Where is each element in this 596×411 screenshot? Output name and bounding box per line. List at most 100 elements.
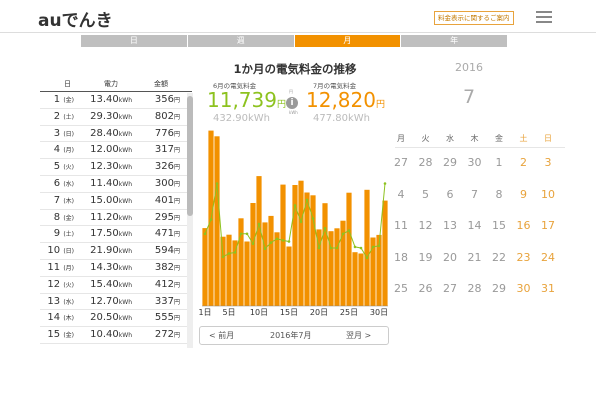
table-row[interactable]: 13 (水) 12.70kWh 337円: [40, 294, 190, 311]
chart-point: [203, 232, 207, 236]
row-day: 4 (月): [53, 144, 74, 156]
table-row[interactable]: 12 (火) 15.40kWh 412円: [40, 277, 190, 294]
calendar-year: 2016: [455, 61, 483, 74]
calendar-weekday: 日: [544, 134, 552, 143]
calendar-day[interactable]: 2: [512, 156, 536, 169]
pricing-notice-button[interactable]: 料金表示に関するご案内: [434, 11, 514, 25]
row-day: 7 (木): [53, 194, 74, 206]
calendar-day[interactable]: 10: [536, 188, 560, 201]
calendar-day[interactable]: 1: [487, 156, 511, 169]
row-amount: 401円: [154, 194, 180, 206]
header-divider: [0, 32, 596, 33]
calendar-day[interactable]: 16: [512, 219, 536, 232]
tab-month[interactable]: 月: [294, 35, 401, 47]
monthly-cost-chart[interactable]: 1日 5日 10日 15日 20日 25日 30日: [199, 126, 389, 316]
chart-point: [233, 251, 237, 254]
table-row[interactable]: 14 (木) 20.50kWh 555円: [40, 310, 190, 328]
table-header: 日 電力 金額: [40, 79, 190, 91]
calendar-day[interactable]: 7: [463, 188, 487, 201]
toggle-yen-label: 円: [289, 89, 293, 94]
info-icon[interactable]: i: [286, 97, 298, 109]
table-row[interactable]: 10 (日) 21.90kWh 594円: [40, 243, 190, 260]
hamburger-menu-icon[interactable]: [536, 11, 552, 23]
calendar-day[interactable]: 3: [536, 156, 560, 169]
chart-bar: [286, 246, 292, 306]
calendar-day[interactable]: 8: [487, 188, 511, 201]
calendar-day[interactable]: 22: [487, 251, 511, 264]
table-row[interactable]: 15 (金) 10.40kWh 272円: [40, 327, 190, 344]
calendar-day[interactable]: 18: [389, 251, 413, 264]
row-amount: 412円: [154, 278, 180, 290]
chart-bar: [256, 176, 262, 306]
x-tick-label: 15日: [280, 308, 298, 316]
calendar-day[interactable]: 19: [414, 251, 438, 264]
row-power: 14.30kWh: [90, 261, 132, 273]
calendar-day[interactable]: 9: [512, 188, 536, 201]
calendar-day[interactable]: 24: [536, 251, 560, 264]
calendar-day[interactable]: 30: [463, 156, 487, 169]
calendar-day[interactable]: 4: [389, 188, 413, 201]
table-row[interactable]: 9 (土) 17.50kWh 471円: [40, 226, 190, 244]
chart-point: [311, 217, 315, 220]
calendar-day[interactable]: 14: [463, 219, 487, 232]
table-row[interactable]: 11 (月) 14.30kWh 382円: [40, 260, 190, 277]
col-header-amount: 金額: [154, 80, 168, 88]
calendar-day[interactable]: 23: [512, 251, 536, 264]
calendar-day[interactable]: 29: [487, 282, 511, 295]
tab-week[interactable]: 週: [187, 35, 294, 47]
chart-bar: [346, 192, 352, 306]
calendar-day[interactable]: 30: [512, 282, 536, 295]
chart-point: [269, 241, 273, 244]
row-day: 12 (火): [47, 278, 74, 290]
table-row[interactable]: 5 (火) 12.30kWh 326円: [40, 159, 190, 176]
row-amount: 802円: [154, 110, 180, 122]
row-power: 12.00kWh: [90, 144, 132, 156]
chart-point: [365, 256, 369, 260]
col-header-power: 電力: [104, 80, 118, 88]
table-row[interactable]: 7 (木) 15.00kWh 401円: [40, 193, 190, 210]
calendar-day[interactable]: 20: [438, 251, 462, 264]
calendar-day[interactable]: 12: [414, 219, 438, 232]
calendar-day[interactable]: 26: [414, 282, 438, 295]
row-power: 21.90kWh: [90, 245, 132, 257]
daily-usage-list[interactable]: 1 (金) 13.40kWh 356円 2 (土) 29.30kWh 802円 3 (日) 2…: [40, 92, 190, 348]
calendar-day[interactable]: 31: [536, 282, 560, 295]
calendar-day[interactable]: 28: [414, 156, 438, 169]
tab-year[interactable]: 年: [401, 35, 507, 47]
calendar-day[interactable]: 25: [389, 282, 413, 295]
calendar-day[interactable]: 6: [438, 188, 462, 201]
table-row[interactable]: 2 (土) 29.30kWh 802円: [40, 109, 190, 126]
col-header-day: 日: [64, 80, 71, 88]
calendar-day[interactable]: 28: [463, 282, 487, 295]
row-power: 11.20kWh: [90, 211, 132, 223]
table-scrollbar-thumb[interactable]: [187, 96, 193, 216]
chart-point: [383, 182, 387, 185]
tab-day[interactable]: 日: [81, 35, 187, 47]
calendar-day[interactable]: 11: [389, 219, 413, 232]
calendar-day[interactable]: 29: [438, 156, 462, 169]
chart-bar: [382, 200, 388, 306]
calendar-day[interactable]: 17: [536, 219, 560, 232]
next-month-button[interactable]: 翌月 >: [346, 330, 371, 341]
calendar-day[interactable]: 15: [487, 219, 511, 232]
chart-bar: [214, 136, 220, 307]
chart-point: [329, 246, 333, 250]
calendar-day[interactable]: 27: [438, 282, 462, 295]
calendar-day[interactable]: 21: [463, 251, 487, 264]
table-row[interactable]: 6 (水) 11.40kWh 300円: [40, 176, 190, 193]
chart-bar: [226, 234, 232, 306]
chart-bar: [334, 228, 340, 306]
table-row[interactable]: 4 (月) 12.00kWh 317円: [40, 142, 190, 160]
calendar-day[interactable]: 27: [389, 156, 413, 169]
table-row[interactable]: 3 (日) 28.40kWh 776円: [40, 126, 190, 143]
chart-point: [245, 232, 249, 236]
table-row[interactable]: 1 (金) 13.40kWh 356円: [40, 92, 190, 109]
calendar-day[interactable]: 13: [438, 219, 462, 232]
row-power: 29.30kWh: [90, 110, 132, 122]
prev-amount-value: 11,739: [207, 88, 277, 112]
table-row[interactable]: 8 (金) 11.20kWh 295円: [40, 210, 190, 227]
row-amount: 471円: [154, 228, 180, 240]
prev-month-button[interactable]: < 前月: [209, 330, 234, 341]
calendar-weekday: 月: [397, 134, 405, 143]
calendar-day[interactable]: 5: [414, 188, 438, 201]
